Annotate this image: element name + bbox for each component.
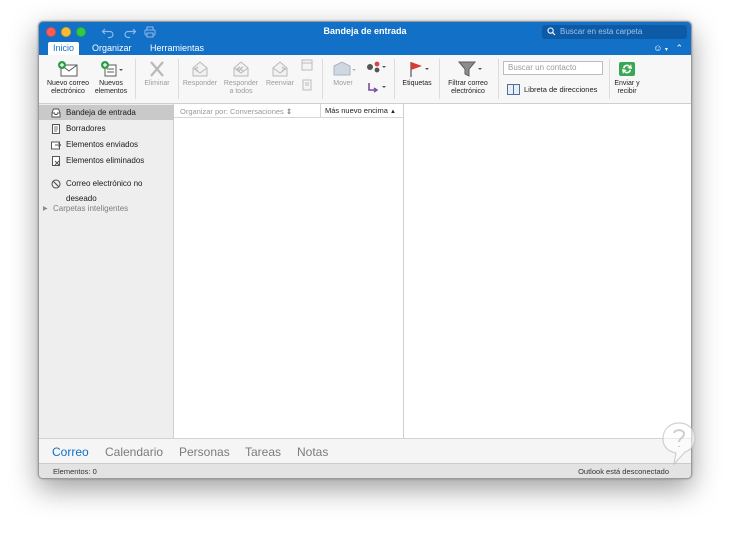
nav-people[interactable]: Personas bbox=[179, 445, 230, 459]
deleted-icon bbox=[52, 156, 60, 166]
attachment-button[interactable] bbox=[300, 79, 314, 94]
ribbon: Nuevo correo electrónico Nuevos elemento… bbox=[39, 55, 691, 104]
drafts-icon bbox=[52, 124, 60, 134]
move-icon bbox=[333, 61, 356, 76]
tab-herramientas[interactable]: Herramientas bbox=[150, 42, 204, 55]
inbox-icon bbox=[51, 108, 61, 118]
rules-button[interactable] bbox=[364, 60, 388, 77]
ribbon-separator bbox=[498, 59, 499, 99]
nav-mail[interactable]: Correo bbox=[52, 445, 89, 459]
ribbon-separator bbox=[135, 59, 136, 99]
reply-icon bbox=[192, 61, 208, 77]
categorize-button[interactable] bbox=[364, 80, 388, 97]
search-placeholder: Buscar en esta carpeta bbox=[560, 27, 643, 36]
arrange-by-dropdown[interactable]: Organizar por: Conversaciones ⇕ bbox=[180, 107, 292, 116]
reply-all-button[interactable]: Responder a todos bbox=[221, 60, 261, 96]
filter-icon bbox=[457, 61, 482, 77]
sidebar-item-drafts[interactable]: Borradores bbox=[39, 121, 174, 136]
nav-notes[interactable]: Notas bbox=[297, 445, 328, 459]
sidebar-item-inbox[interactable]: Bandeja de entrada bbox=[39, 105, 174, 120]
junk-icon bbox=[51, 179, 61, 189]
search-icon bbox=[547, 27, 556, 36]
sync-icon bbox=[619, 62, 635, 76]
delete-button[interactable]: Eliminar bbox=[138, 60, 176, 88]
watermark-logo bbox=[662, 422, 696, 466]
expand-triangle-icon[interactable]: ▶ bbox=[43, 202, 48, 216]
filter-email-button[interactable]: Filtrar correo electrónico bbox=[442, 60, 494, 96]
folder-sidebar: Bandeja de entrada Borradores Elementos … bbox=[39, 104, 174, 438]
attachment-icon bbox=[302, 79, 312, 91]
address-book-button[interactable]: Libreta de direcciones bbox=[507, 84, 597, 95]
forward-icon bbox=[272, 61, 288, 77]
rules-icon bbox=[367, 61, 386, 73]
ribbon-separator bbox=[394, 59, 395, 99]
message-list-header: Organizar por: Conversaciones ⇕ Más nuev… bbox=[174, 104, 404, 118]
chevron-up-icon: ▲ bbox=[390, 109, 396, 115]
status-bar: Elementos: 0 Outlook está desconectado bbox=[39, 463, 691, 478]
smiley-icon[interactable]: ☺ bbox=[653, 43, 662, 53]
sidebar-item-junk[interactable]: Correo electrónico no deseado bbox=[39, 176, 174, 203]
ribbon-separator bbox=[609, 59, 610, 99]
connection-status: Outlook está desconectado bbox=[578, 467, 669, 476]
reply-all-icon bbox=[233, 61, 249, 77]
ribbon-tabs: Inicio Organizar Herramientas ☺ ▾ ⌃ bbox=[39, 42, 691, 55]
send-receive-button[interactable]: Enviar y recibir bbox=[612, 60, 642, 96]
meeting-icon bbox=[301, 59, 313, 71]
title-bar: Bandeja de entrada Buscar en esta carpet… bbox=[39, 22, 691, 42]
item-count: Elementos: 0 bbox=[53, 467, 97, 476]
sidebar-item-sent[interactable]: Elementos enviados bbox=[39, 137, 174, 152]
sent-icon bbox=[51, 141, 61, 150]
reading-pane bbox=[404, 104, 691, 438]
address-book-icon bbox=[507, 84, 520, 95]
sort-order-toggle[interactable]: Más nuevo encima ▲ bbox=[320, 104, 404, 117]
flag-icon bbox=[410, 62, 429, 77]
dropdown-arrow-icon[interactable]: ▾ bbox=[665, 47, 668, 53]
smart-folders-group[interactable]: ▶ Carpetas inteligentes bbox=[39, 202, 128, 216]
collapse-ribbon-icon[interactable]: ⌃ bbox=[675, 43, 683, 53]
sort-updown-icon: ⇕ bbox=[285, 107, 293, 116]
new-items-button[interactable]: Nuevos elementos bbox=[93, 60, 129, 96]
delete-icon bbox=[150, 61, 164, 77]
module-switcher: Correo Calendario Personas Tareas Notas bbox=[39, 438, 691, 463]
outlook-window: Bandeja de entrada Buscar en esta carpet… bbox=[38, 21, 692, 479]
ribbon-separator bbox=[439, 59, 440, 99]
tags-button[interactable]: Etiquetas bbox=[397, 60, 437, 88]
ribbon-separator bbox=[322, 59, 323, 99]
nav-calendar[interactable]: Calendario bbox=[105, 445, 163, 459]
forward-button[interactable]: Reenviar bbox=[261, 60, 299, 88]
tab-organizar[interactable]: Organizar bbox=[92, 42, 132, 55]
new-email-button[interactable]: Nuevo correo electrónico bbox=[43, 60, 93, 96]
message-list: Organizar por: Conversaciones ⇕ Más nuev… bbox=[174, 104, 404, 438]
new-items-icon bbox=[101, 61, 123, 77]
move-button[interactable]: Mover bbox=[325, 60, 361, 88]
tab-inicio[interactable]: Inicio bbox=[48, 42, 80, 55]
categorize-icon bbox=[368, 83, 386, 93]
meeting-button[interactable] bbox=[300, 59, 314, 74]
sidebar-item-deleted[interactable]: Elementos eliminados bbox=[39, 153, 174, 168]
ribbon-separator bbox=[178, 59, 179, 99]
contact-search-input[interactable]: Buscar un contacto bbox=[503, 61, 603, 75]
nav-tasks[interactable]: Tareas bbox=[245, 445, 281, 459]
new-email-icon bbox=[58, 61, 78, 77]
search-field[interactable]: Buscar en esta carpeta bbox=[542, 25, 687, 39]
feedback-controls: ☺ ▾ ⌃ bbox=[653, 42, 683, 55]
reply-button[interactable]: Responder bbox=[180, 60, 220, 88]
